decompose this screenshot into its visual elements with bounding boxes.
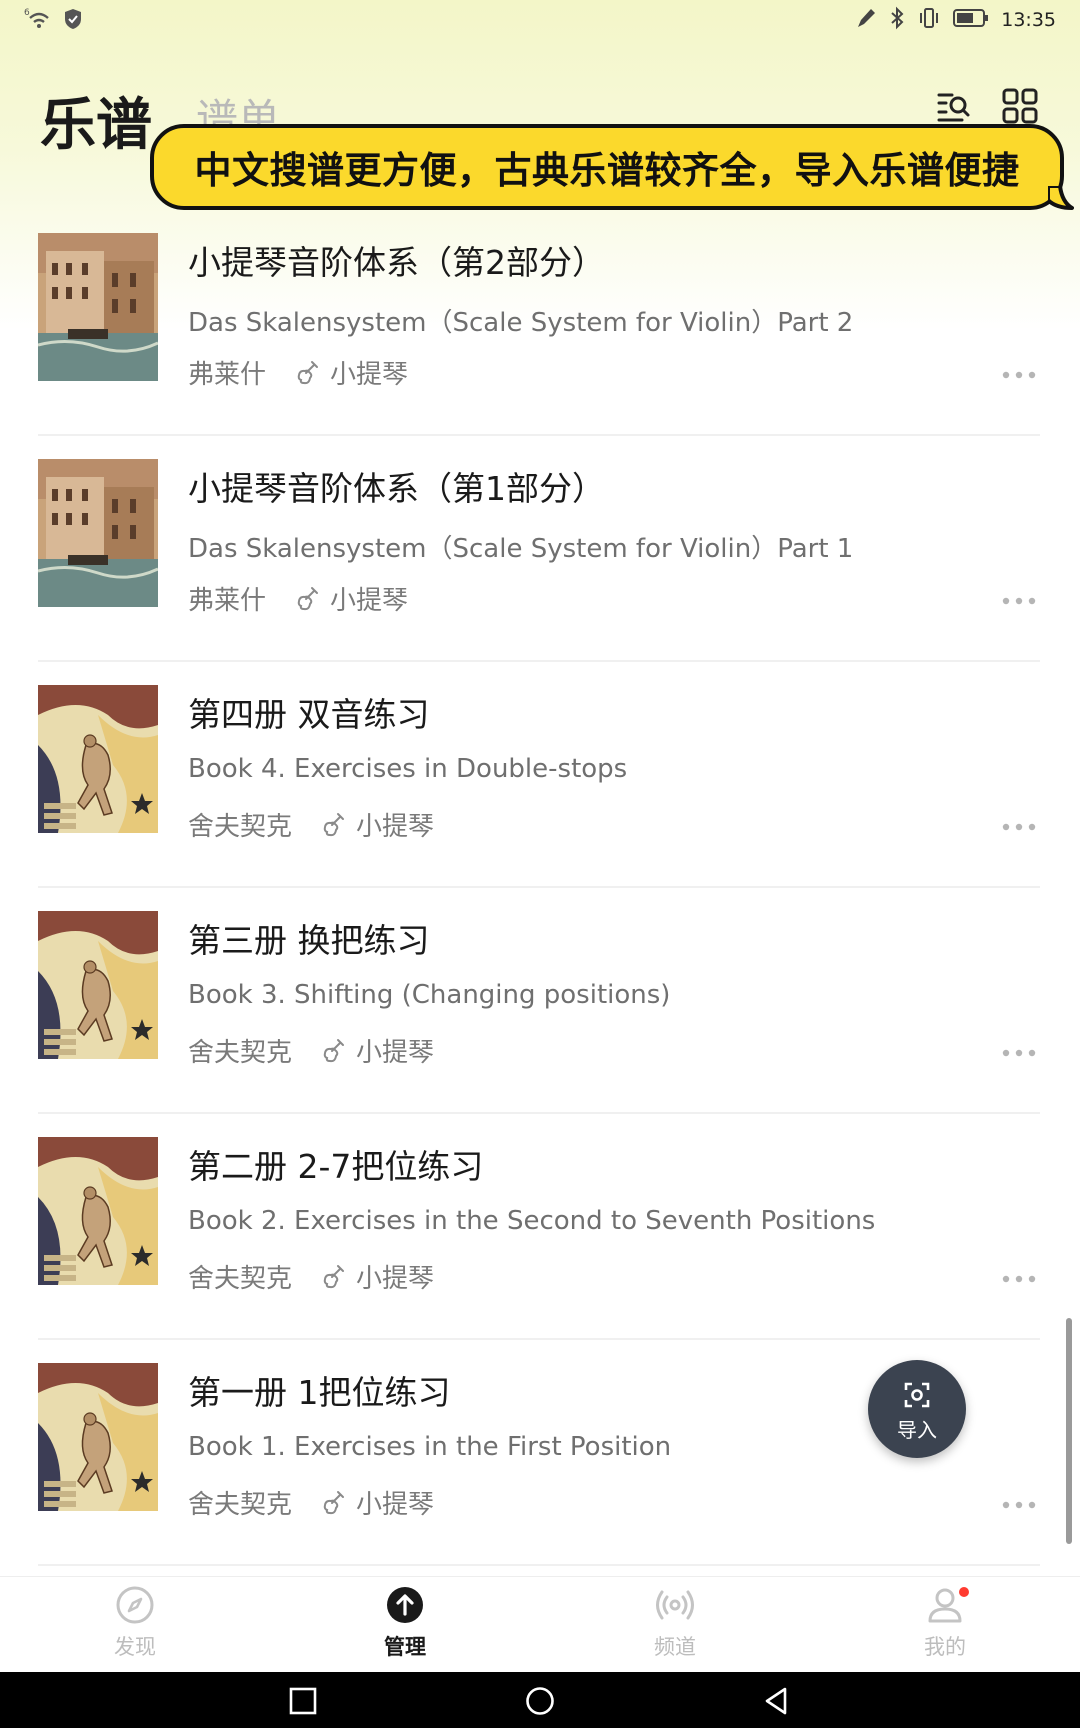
row-divider: [38, 1564, 1040, 1566]
score-title: 第四册 双音练习: [188, 695, 430, 734]
upload-circle-icon: [387, 1587, 423, 1623]
more-options-icon[interactable]: [1002, 1269, 1036, 1283]
nav-discover-label: 发现: [114, 1635, 156, 1659]
score-composer: 舍夫契克: [188, 812, 293, 842]
scan-icon: [904, 1382, 930, 1408]
score-cover-image[interactable]: [38, 911, 158, 1059]
score-title: 小提琴音阶体系（第1部分）: [188, 469, 605, 508]
nav-discover[interactable]: 发现: [65, 1585, 205, 1661]
violin-icon: [296, 586, 320, 612]
score-row[interactable]: 小提琴音阶体系（第1部分） Das Skalensystem（Scale Syst…: [0, 436, 1080, 662]
score-title: 第一册 1把位练习: [188, 1373, 451, 1412]
compass-icon: [116, 1586, 154, 1624]
score-instrument: 小提琴: [356, 1490, 435, 1520]
score-title: 小提琴音阶体系（第2部分）: [188, 243, 605, 282]
more-options-icon[interactable]: [1002, 817, 1036, 831]
status-bar: 6 13:35: [0, 0, 1080, 44]
score-composer: 舍夫契克: [188, 1490, 293, 1520]
nav-profile[interactable]: 我的: [875, 1585, 1015, 1661]
more-options-icon[interactable]: [1002, 1495, 1036, 1509]
bottom-nav: 发现 管理 频道 我的: [0, 1576, 1080, 1673]
score-subtitle: Das Skalensystem（Scale System for Violin…: [188, 534, 854, 564]
nav-profile-label: 我的: [924, 1635, 966, 1659]
score-title: 第三册 换把练习: [188, 921, 430, 960]
clock: 13:35: [1001, 9, 1056, 31]
import-label: 导入: [897, 1418, 937, 1442]
score-instrument: 小提琴: [356, 1038, 435, 1068]
battery-icon: [953, 7, 989, 33]
scrollbar[interactable]: [1066, 1318, 1072, 1544]
score-subtitle: Das Skalensystem（Scale System for Violin…: [188, 308, 854, 338]
score-cover-image[interactable]: [38, 1137, 158, 1285]
score-cover-image[interactable]: [38, 459, 158, 607]
home-icon[interactable]: [525, 1686, 555, 1716]
more-options-icon[interactable]: [1002, 591, 1036, 605]
score-composer: 弗莱什: [188, 586, 267, 616]
score-meta: 舍夫契克 小提琴: [188, 1032, 434, 1069]
score-title: 第二册 2-7把位练习: [188, 1147, 484, 1186]
score-composer: 舍夫契克: [188, 1038, 293, 1068]
score-subtitle: Book 1. Exercises in the First Position: [188, 1432, 672, 1462]
score-cover-image[interactable]: [38, 685, 158, 833]
notification-dot: [959, 1587, 969, 1597]
score-composer: 弗莱什: [188, 360, 267, 390]
nav-manage[interactable]: 管理: [335, 1585, 475, 1661]
score-meta: 弗莱什 小提琴: [188, 354, 408, 391]
banner-tail: [1046, 184, 1074, 210]
score-meta: 舍夫契克 小提琴: [188, 1258, 434, 1295]
score-cover-image[interactable]: [38, 233, 158, 381]
score-cover-image[interactable]: [38, 1363, 158, 1511]
violin-icon: [322, 1038, 346, 1064]
score-instrument: 小提琴: [330, 360, 409, 390]
score-meta: 舍夫契克 小提琴: [188, 806, 434, 843]
score-instrument: 小提琴: [356, 1264, 435, 1294]
violin-icon: [322, 1264, 346, 1290]
score-composer: 舍夫契克: [188, 1264, 293, 1294]
score-row[interactable]: 小提琴音阶体系（第2部分） Das Skalensystem（Scale Syst…: [0, 210, 1080, 436]
import-button[interactable]: 导入: [868, 1360, 966, 1458]
score-meta: 弗莱什 小提琴: [188, 580, 408, 617]
bluetooth-icon: [889, 6, 905, 34]
tab-scores[interactable]: 乐谱: [40, 80, 152, 161]
system-nav-bar: [0, 1672, 1080, 1728]
violin-icon: [296, 360, 320, 386]
score-meta: 舍夫契克 小提琴: [188, 1484, 434, 1521]
grid-view-icon[interactable]: [1002, 88, 1038, 124]
broadcast-icon: [656, 1590, 694, 1620]
score-subtitle: Book 4. Exercises in Double-stops: [188, 754, 628, 784]
score-subtitle: Book 3. Shifting (Changing positions): [188, 980, 671, 1010]
shield-icon: [64, 8, 82, 34]
pen-icon: [855, 6, 877, 34]
violin-icon: [322, 1490, 346, 1516]
score-row[interactable]: 第二册 2-7把位练习 Book 2. Exercises in the Seco…: [0, 1114, 1080, 1340]
score-instrument: 小提琴: [330, 586, 409, 616]
signal-label: 6: [24, 8, 30, 18]
promo-banner: 中文搜谱更方便，古典乐谱较齐全，导入乐谱便捷: [150, 124, 1064, 210]
score-subtitle: Book 2. Exercises in the Second to Seven…: [188, 1206, 876, 1236]
vibrate-icon: [917, 6, 941, 34]
search-list-icon[interactable]: [936, 88, 972, 124]
nav-manage-label: 管理: [384, 1635, 426, 1659]
nav-channel-label: 频道: [654, 1635, 696, 1659]
wifi-icon: 6: [24, 6, 54, 36]
more-options-icon[interactable]: [1002, 365, 1036, 379]
back-icon[interactable]: [762, 1686, 792, 1716]
score-instrument: 小提琴: [356, 812, 435, 842]
more-options-icon[interactable]: [1002, 1043, 1036, 1057]
violin-icon: [322, 812, 346, 838]
score-row[interactable]: 第三册 换把练习 Book 3. Shifting (Changing posit…: [0, 888, 1080, 1114]
score-row[interactable]: 第四册 双音练习 Book 4. Exercises in Double-stop…: [0, 662, 1080, 888]
recent-apps-icon[interactable]: [288, 1686, 318, 1716]
nav-channel[interactable]: 频道: [605, 1585, 745, 1661]
